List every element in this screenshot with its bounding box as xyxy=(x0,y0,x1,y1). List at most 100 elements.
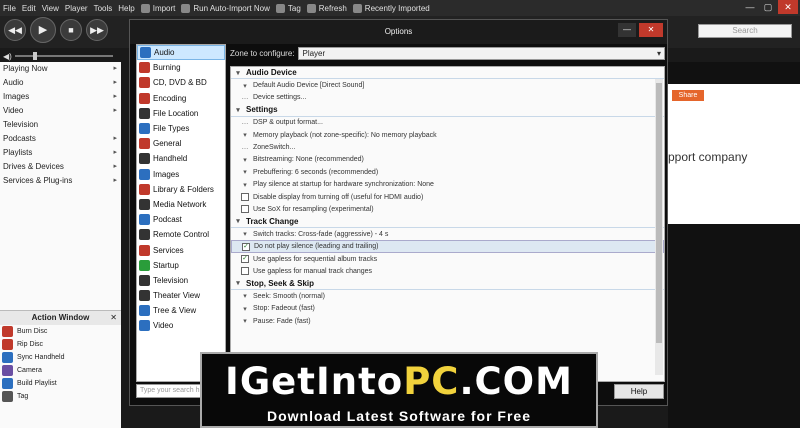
setting-row[interactable]: ▾ Pause: Fade (fast) xyxy=(231,315,664,327)
run-auto-import-button[interactable]: Run Auto-Import Now xyxy=(181,3,270,13)
tree-item-video[interactable]: Video ▸ xyxy=(0,104,121,118)
checkbox-checked[interactable]: ✓ xyxy=(241,255,249,264)
category-encoding[interactable]: Encoding xyxy=(137,91,225,106)
category-theater-view[interactable]: Theater View xyxy=(137,288,225,303)
tree-item-drives-devices[interactable]: Drives & Devices ▸ xyxy=(0,160,121,174)
category-services[interactable]: Services xyxy=(137,242,225,257)
menu-edit[interactable]: Edit xyxy=(22,4,36,13)
menu-tools[interactable]: Tools xyxy=(94,4,113,13)
checkbox[interactable] xyxy=(241,193,249,202)
recently-imported-button[interactable]: Recently Imported xyxy=(352,3,430,13)
section-stop-seek-skip[interactable]: ▾ Stop, Seek & Skip xyxy=(231,278,664,291)
dialog-close-button[interactable]: ✕ xyxy=(639,23,663,37)
section-settings[interactable]: ▾ Settings xyxy=(231,104,664,117)
minimize-button[interactable]: — xyxy=(742,0,758,14)
tree-item-images[interactable]: Images ▸ xyxy=(0,90,121,104)
play-button[interactable]: ▶ xyxy=(30,17,56,43)
checkbox[interactable] xyxy=(241,205,249,214)
expand-arrow-icon[interactable]: ▸ xyxy=(113,174,117,188)
action-burn-disc[interactable]: Burn Disc xyxy=(0,325,121,338)
tree-item-audio[interactable]: Audio ▸ xyxy=(0,76,121,90)
stop-button[interactable]: ■ xyxy=(60,19,82,41)
setting-row[interactable]: ▾ Seek: Smooth (normal) xyxy=(231,290,664,302)
category-burning[interactable]: Burning xyxy=(137,60,225,75)
action-sync-handheld[interactable]: Sync Handheld xyxy=(0,351,121,364)
category-remote-control[interactable]: Remote Control xyxy=(137,227,225,242)
maximize-button[interactable]: ▢ xyxy=(760,0,776,14)
category-handheld[interactable]: Handheld xyxy=(137,151,225,166)
category-media-network[interactable]: Media Network xyxy=(137,197,225,212)
category-video[interactable]: Video xyxy=(137,318,225,333)
setting-row[interactable]: ▾ Play silence at startup for hardware sy… xyxy=(231,179,664,191)
category-television[interactable]: Television xyxy=(137,273,225,288)
tree-item-playlists[interactable]: Playlists ▸ xyxy=(0,146,121,160)
next-track-button[interactable]: ▶▶ xyxy=(86,19,108,41)
volume-knob[interactable] xyxy=(32,52,37,60)
section-track-change[interactable]: ▾ Track Change xyxy=(231,216,664,229)
action-camera[interactable]: Camera xyxy=(0,364,121,377)
category-library-folders[interactable]: Library & Folders xyxy=(137,182,225,197)
action-build-playlist[interactable]: Build Playlist xyxy=(0,377,121,390)
import-button[interactable]: Import xyxy=(140,3,175,13)
setting-checkbox-row[interactable]: Disable display from turning off (useful… xyxy=(231,191,664,203)
setting-row[interactable]: … Device settings... xyxy=(231,92,664,104)
expand-arrow-icon[interactable]: ▸ xyxy=(113,132,117,146)
zone-dropdown[interactable]: Player ▾ xyxy=(298,46,665,60)
setting-row[interactable]: ▾ Prebuffering: 6 seconds (recommended) xyxy=(231,166,664,178)
expand-arrow-icon[interactable]: ▸ xyxy=(113,104,117,118)
setting-row[interactable]: ▾ Bitstreaming: None (recommended) xyxy=(231,154,664,166)
section-audio-device[interactable]: ▾ Audio Device xyxy=(231,67,664,80)
close-button[interactable]: ✕ xyxy=(778,0,798,14)
category-general[interactable]: General xyxy=(137,136,225,151)
category-images[interactable]: Images xyxy=(137,167,225,182)
setting-row[interactable]: … DSP & output format... xyxy=(231,117,664,129)
refresh-button[interactable]: Refresh xyxy=(306,3,347,13)
checkbox-checked[interactable]: ✓ xyxy=(242,242,250,251)
tree-item-podcasts[interactable]: Podcasts ▸ xyxy=(0,132,121,146)
category-file-types[interactable]: File Types xyxy=(137,121,225,136)
tag-button[interactable]: Tag xyxy=(275,3,301,13)
volume-slider[interactable] xyxy=(14,52,113,60)
setting-row[interactable]: ▾ Memory playback (not zone-specific): No… xyxy=(231,129,664,141)
menu-view[interactable]: View xyxy=(42,4,59,13)
volume-control[interactable]: ◀) xyxy=(3,50,113,62)
close-icon[interactable]: ✕ xyxy=(110,311,117,325)
expand-arrow-icon[interactable]: ▸ xyxy=(113,62,117,76)
help-button[interactable]: Help xyxy=(614,384,664,399)
category-tree-view[interactable]: Tree & View xyxy=(137,303,225,318)
setting-checkbox-row[interactable]: Use gapless for manual track changes xyxy=(231,265,664,277)
share-button[interactable]: Share xyxy=(672,90,704,101)
checkbox[interactable] xyxy=(241,267,249,276)
setting-checkbox-row[interactable]: ✓ Do not play silence (leading and traili… xyxy=(231,240,664,253)
setting-checkbox-row[interactable]: ✓ Use gapless for sequential album tracks xyxy=(231,253,664,265)
category-podcast[interactable]: Podcast xyxy=(137,212,225,227)
dialog-minimize-button[interactable]: — xyxy=(618,23,636,37)
previous-track-button[interactable]: ◀◀ xyxy=(4,19,26,41)
setting-checkbox-row[interactable]: Use SoX for resampling (experimental) xyxy=(231,203,664,215)
rip-disc-icon xyxy=(2,339,13,350)
menu-file[interactable]: File xyxy=(3,4,16,13)
setting-row[interactable]: ▾ Stop: Fadeout (fast) xyxy=(231,302,664,314)
menu-help[interactable]: Help xyxy=(118,4,134,13)
scrollbar-thumb[interactable] xyxy=(656,83,662,343)
tree-item-services-plugins[interactable]: Services & Plug-ins ▸ xyxy=(0,174,121,188)
action-rip-disc[interactable]: Rip Disc xyxy=(0,338,121,351)
network-icon xyxy=(139,198,150,210)
setting-row[interactable]: ▾ Default Audio Device [Direct Sound] xyxy=(231,79,664,91)
category-file-location[interactable]: File Location xyxy=(137,106,225,121)
category-audio[interactable]: Audio xyxy=(137,45,225,61)
category-cd-dvd-bd[interactable]: CD, DVD & BD xyxy=(137,75,225,90)
tree-item-television[interactable]: Television xyxy=(0,118,121,132)
setting-row[interactable]: ▾ Switch tracks: Cross-fade (aggressive) … xyxy=(231,228,664,240)
setting-row[interactable]: … ZoneSwitch... xyxy=(231,141,664,153)
expand-arrow-icon[interactable]: ▸ xyxy=(113,76,117,90)
vertical-scrollbar[interactable] xyxy=(655,79,663,375)
expand-arrow-icon[interactable]: ▸ xyxy=(113,146,117,160)
search-input[interactable]: Search xyxy=(698,24,792,38)
expand-arrow-icon[interactable]: ▸ xyxy=(113,90,117,104)
category-startup[interactable]: Startup xyxy=(137,258,225,273)
menu-player[interactable]: Player xyxy=(65,4,88,13)
action-tag[interactable]: Tag xyxy=(0,390,121,403)
tree-item-playing-now[interactable]: Playing Now ▸ xyxy=(0,62,121,76)
expand-arrow-icon[interactable]: ▸ xyxy=(113,160,117,174)
